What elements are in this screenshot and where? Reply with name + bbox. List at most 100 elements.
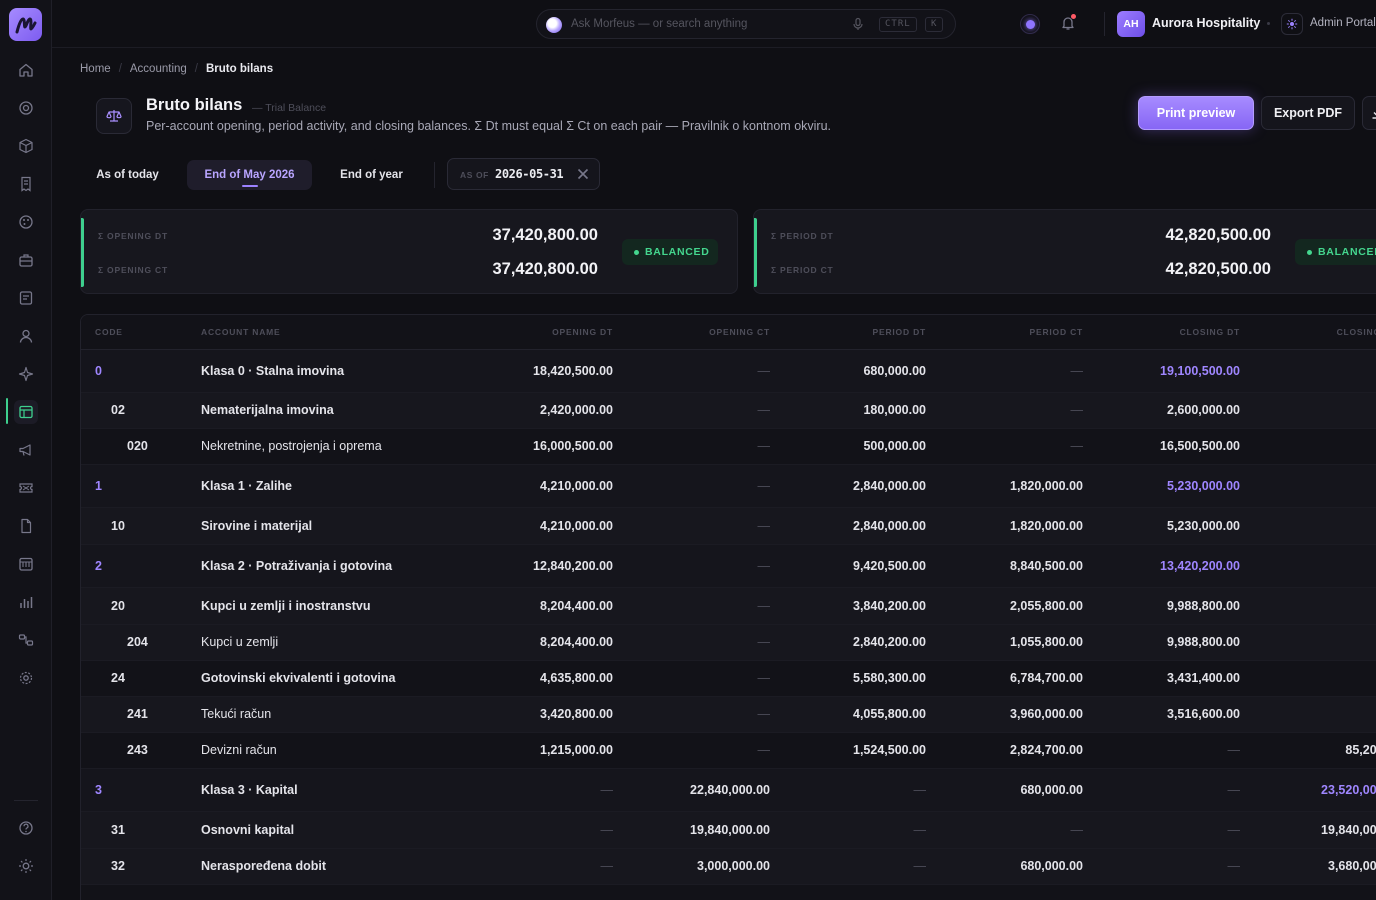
account-name[interactable]: Gotovinski ekvivalenti i gotovina (201, 671, 396, 685)
amount-odt: 18,420,500.00 (533, 364, 613, 378)
column-header-period-ct[interactable]: PERIOD CT (1030, 327, 1083, 337)
account-name[interactable]: Klasa 3 · Kapital (201, 783, 298, 797)
sun-icon[interactable] (14, 854, 38, 878)
account-code[interactable]: 3 (95, 783, 102, 797)
amount-pct: 6,784,700.00 (1010, 671, 1083, 685)
as-of-date-value[interactable]: 2026-05-31 (495, 167, 564, 181)
account-code[interactable]: 243 (127, 743, 148, 757)
global-search[interactable]: CTRL K (536, 9, 956, 39)
download-button[interactable] (1362, 96, 1376, 130)
palette-icon[interactable] (14, 210, 38, 234)
workflow-icon[interactable] (14, 628, 38, 652)
status-badge: BALANCED (1295, 239, 1376, 265)
page-subtitle: — Trial Balance (252, 102, 327, 114)
account-name[interactable]: Klasa 2 · Potraživanja i gotovina (201, 559, 392, 573)
account-code[interactable]: 1 (95, 479, 102, 493)
briefcase-icon[interactable] (14, 248, 38, 272)
amount-pdt: 500,000.00 (863, 439, 926, 453)
account-code[interactable]: 20 (111, 599, 125, 613)
column-header-period-dt[interactable]: PERIOD DT (873, 327, 926, 337)
file-icon[interactable] (14, 514, 38, 538)
ledger-icon[interactable] (14, 400, 38, 424)
account-name[interactable]: Osnovni kapital (201, 823, 294, 837)
account-code[interactable]: 10 (111, 519, 125, 533)
app-logo[interactable] (9, 8, 42, 41)
admin-portal-icon[interactable] (1281, 13, 1303, 35)
table-row[interactable]: 204 Kupci u zemlji 8,204,400.00 — 2,840,200.… (81, 625, 1376, 661)
account-code[interactable]: 32 (111, 859, 125, 873)
amount-cdt: 3,516,600.00 (1167, 707, 1240, 721)
column-header-opening-ct[interactable]: OPENING CT (709, 327, 770, 337)
table-row-class[interactable]: 1 Klasa 1 · Zalihe 4,210,000.00 — 2,840,000.… (81, 465, 1376, 508)
sparkle-icon[interactable] (14, 362, 38, 386)
amount-pdt: — (913, 859, 927, 873)
table-row[interactable]: 241 Tekući račun 3,420,800.00 — 4,055,800.00… (81, 697, 1376, 733)
document-icon[interactable] (14, 286, 38, 310)
column-header-closing-dt[interactable]: CLOSING DT (1180, 327, 1240, 337)
table-row[interactable]: 32 Neraspoređena dobit — 3,000,000.00 — 680,0… (81, 849, 1376, 885)
assistant-button[interactable] (1020, 14, 1040, 34)
account-name[interactable]: Kupci u zemlji i inostranstvu (201, 599, 370, 613)
table-row[interactable]: 10 Sirovine i materijal 4,210,000.00 — 2,840… (81, 508, 1376, 545)
org-name[interactable]: Aurora Hospitality (1152, 16, 1260, 30)
table-row-class[interactable]: 2 Klasa 2 · Potraživanja i gotovina 12,840… (81, 545, 1376, 588)
account-name[interactable]: Sirovine i materijal (201, 519, 312, 533)
account-name[interactable]: Devizni račun (201, 743, 277, 757)
breadcrumb-accounting[interactable]: Accounting (130, 63, 187, 75)
help-icon[interactable] (14, 816, 38, 840)
table-row[interactable]: 24 Gotovinski ekvivalenti i gotovina 4,635… (81, 661, 1376, 697)
table-row[interactable]: 02 Nematerijalna imovina 2,420,000.00 — 180,… (81, 393, 1376, 429)
table-row-class[interactable]: 3 Klasa 3 · Kapital — 22,840,000.00 — 680,000… (81, 769, 1376, 812)
account-name[interactable]: Nekretnine, postrojenja i oprema (201, 439, 382, 453)
as-of-date-picker[interactable]: AS OF 2026-05-31 (447, 158, 600, 190)
breadcrumb-home[interactable]: Home (80, 63, 111, 75)
account-code[interactable]: 020 (127, 439, 148, 453)
bar-chart-icon[interactable] (14, 590, 38, 614)
ticket-icon[interactable] (14, 476, 38, 500)
period-tab-end-of-year[interactable]: End of year (324, 160, 419, 190)
table-row[interactable]: 020 Nekretnine, postrojenja i oprema 16,00… (81, 429, 1376, 465)
table-row[interactable]: 31 Osnovni kapital — 19,840,000.00 — — — 19,840… (81, 812, 1376, 849)
amount-oct: — (757, 707, 771, 721)
account-code[interactable]: 2 (95, 559, 102, 573)
table-row[interactable]: 243 Devizni račun 1,215,000.00 — 1,524,500.0… (81, 733, 1376, 769)
account-code[interactable]: 02 (111, 403, 125, 417)
amount-odt: 3,420,800.00 (540, 707, 613, 721)
account-code[interactable]: 204 (127, 635, 148, 649)
account-code[interactable]: 24 (111, 671, 125, 685)
search-input[interactable] (571, 14, 841, 34)
admin-portal-link[interactable]: Admin Portal (1310, 17, 1376, 29)
account-code[interactable]: 241 (127, 707, 148, 721)
account-code[interactable]: 31 (111, 823, 125, 837)
account-name[interactable]: Klasa 1 · Zalihe (201, 479, 292, 493)
microphone-icon[interactable] (851, 17, 865, 36)
megaphone-icon[interactable] (14, 438, 38, 462)
calendar-icon[interactable] (14, 552, 38, 576)
account-name[interactable]: Nematerijalna imovina (201, 403, 334, 417)
amount-pdt: 5,580,300.00 (853, 671, 926, 685)
home-icon[interactable] (14, 58, 38, 82)
column-header-code[interactable]: CODE (95, 327, 123, 337)
print-preview-button[interactable]: Print preview (1138, 96, 1254, 130)
target-icon[interactable] (14, 96, 38, 120)
table-row[interactable]: 20 Kupci u zemlji i inostranstvu 8,204,400… (81, 588, 1376, 625)
receipt-icon[interactable] (14, 172, 38, 196)
account-name[interactable]: Neraspoređena dobit (201, 859, 326, 873)
column-header-account-name[interactable]: ACCOUNT NAME (201, 327, 280, 337)
table-row-class[interactable]: 0 Klasa 0 · Stalna imovina 18,420,500.00 — 6… (81, 350, 1376, 393)
account-code[interactable]: 0 (95, 364, 102, 378)
amount-pct: — (1070, 439, 1084, 453)
account-name[interactable]: Tekući račun (201, 707, 271, 721)
settings-icon[interactable] (14, 666, 38, 690)
clear-date-icon[interactable] (576, 167, 590, 186)
org-avatar[interactable]: AH (1117, 11, 1145, 37)
period-tab-today[interactable]: As of today (80, 160, 175, 190)
export-pdf-button[interactable]: Export PDF (1261, 96, 1355, 130)
column-header-opening-dt[interactable]: OPENING DT (552, 327, 613, 337)
cube-icon[interactable] (14, 134, 38, 158)
amount-pdt: — (913, 783, 927, 797)
account-name[interactable]: Kupci u zemlji (201, 635, 278, 649)
account-name[interactable]: Klasa 0 · Stalna imovina (201, 364, 344, 378)
user-icon[interactable] (14, 324, 38, 348)
column-header-closing-ct[interactable]: CLOSING CT (1337, 327, 1376, 337)
